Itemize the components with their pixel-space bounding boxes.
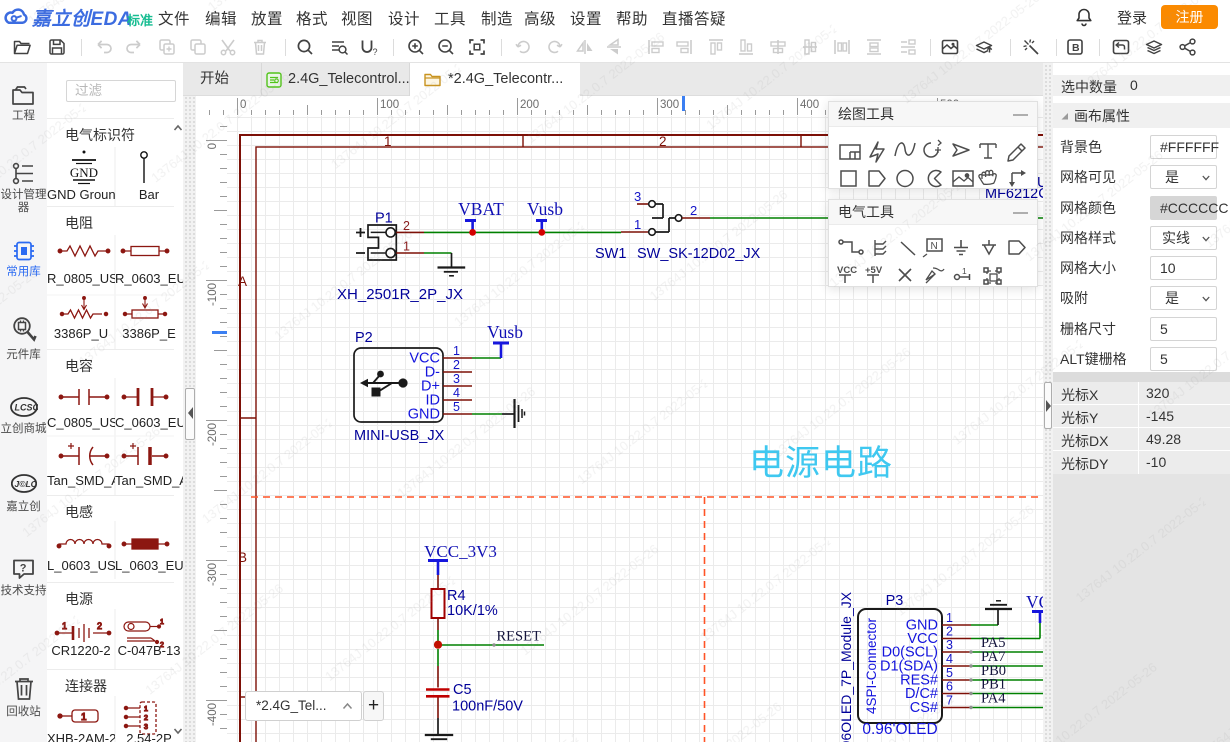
svg-text:R4: R4 xyxy=(447,588,466,604)
svg-text:Vusb: Vusb xyxy=(487,322,523,342)
svg-text:7: 7 xyxy=(946,694,953,708)
svg-text:电源电路: 电源电路 xyxy=(749,444,893,483)
svg-text:5: 5 xyxy=(946,666,953,680)
svg-text:-200: -200 xyxy=(207,423,219,446)
svg-text:?: ? xyxy=(373,47,378,57)
svg-text:3: 3 xyxy=(946,638,953,652)
svg-text:200: 200 xyxy=(520,99,539,111)
svg-text:1: 1 xyxy=(144,706,148,713)
svg-text:3: 3 xyxy=(144,724,148,731)
svg-text:GND: GND xyxy=(408,407,440,423)
svg-text:3: 3 xyxy=(634,189,641,204)
svg-text:1: 1 xyxy=(81,712,87,723)
svg-text:4: 4 xyxy=(946,652,953,666)
svg-text:2: 2 xyxy=(659,134,667,149)
svg-text:J©LC: J©LC xyxy=(15,479,38,489)
svg-text:2: 2 xyxy=(97,621,102,631)
svg-text:1: 1 xyxy=(634,217,641,232)
svg-text:0: 0 xyxy=(240,99,246,111)
svg-text:P1: P1 xyxy=(375,211,393,227)
svg-text:1: 1 xyxy=(384,134,392,149)
svg-text:1: 1 xyxy=(946,611,953,625)
svg-text:5: 5 xyxy=(453,400,460,414)
svg-text:Vusb: Vusb xyxy=(527,199,563,219)
svg-text:P3: P3 xyxy=(886,593,904,609)
svg-text:GND: GND xyxy=(70,165,98,180)
svg-text:10K/1%: 10K/1% xyxy=(447,603,498,619)
svg-text:RESET: RESET xyxy=(497,629,541,645)
svg-text:PA4: PA4 xyxy=(981,691,1006,707)
svg-text:0: 0 xyxy=(207,143,219,149)
svg-text:300: 300 xyxy=(660,99,679,111)
svg-text:6: 6 xyxy=(946,680,953,694)
svg-text:LCSC: LCSC xyxy=(15,403,39,413)
svg-text:2: 2 xyxy=(946,625,953,639)
svg-text:1: 1 xyxy=(403,240,410,254)
svg-text:-100: -100 xyxy=(207,283,219,306)
svg-text:2: 2 xyxy=(144,715,148,722)
svg-text:B: B xyxy=(1072,42,1080,54)
svg-text:2: 2 xyxy=(403,219,410,233)
svg-text:SW_SK-12D02_JX: SW_SK-12D02_JX xyxy=(637,246,761,262)
svg-text:1: 1 xyxy=(453,344,460,358)
svg-text:VCC_3V3: VCC_3V3 xyxy=(424,542,497,561)
svg-text:1: 1 xyxy=(962,266,967,276)
svg-text:0.96'OLED: 0.96'OLED xyxy=(862,721,937,738)
svg-text:2: 2 xyxy=(453,358,460,372)
svg-text:A: A xyxy=(238,274,247,289)
svg-text:N: N xyxy=(931,241,938,252)
svg-text:1: 1 xyxy=(160,619,164,626)
svg-text:1: 1 xyxy=(62,621,67,631)
svg-text:B: B xyxy=(238,550,247,565)
svg-text:XH_2501R_2P_JX: XH_2501R_2P_JX xyxy=(337,286,463,303)
svg-text:3: 3 xyxy=(453,372,460,386)
svg-text:-400: -400 xyxy=(207,703,219,726)
svg-text:VCC: VCC xyxy=(1026,592,1043,612)
svg-text:4SPI-Connector: 4SPI-Connector xyxy=(864,617,879,714)
svg-text:100nF/50V: 100nF/50V xyxy=(452,699,523,715)
svg-text:?: ? xyxy=(20,563,27,575)
svg-text:100: 100 xyxy=(380,99,399,111)
svg-text:C5: C5 xyxy=(453,682,472,698)
svg-text:400: 400 xyxy=(800,99,819,111)
svg-text:MINI-USB_JX: MINI-USB_JX xyxy=(354,428,445,444)
svg-text:2: 2 xyxy=(690,203,697,218)
svg-text:CS#: CS# xyxy=(910,700,938,716)
svg-text:4: 4 xyxy=(453,386,460,400)
svg-text:0.96OLED_7P_Module_JX: 0.96OLED_7P_Module_JX xyxy=(838,591,854,742)
svg-text:VBAT: VBAT xyxy=(458,199,504,219)
svg-text:-300: -300 xyxy=(207,563,219,586)
svg-text:SW1: SW1 xyxy=(595,246,626,262)
svg-text:P2: P2 xyxy=(355,330,373,346)
